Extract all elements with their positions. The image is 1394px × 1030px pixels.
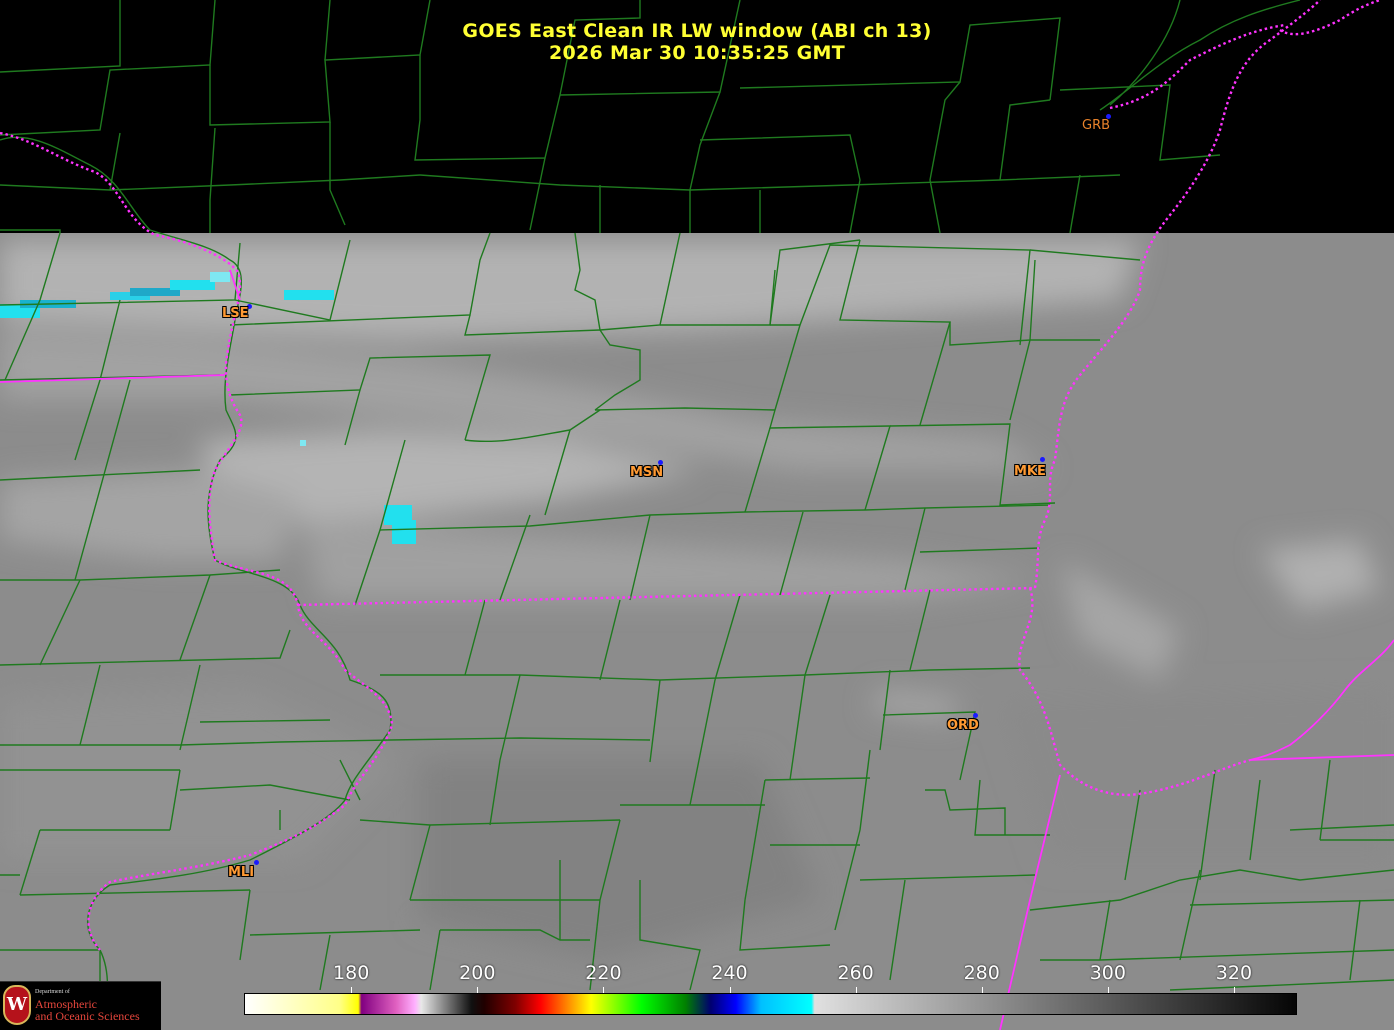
timestamp: 2026 Mar 30 10:35:25 GMT [548, 42, 846, 64]
uw-crest-icon: W [3, 985, 31, 1025]
colorbar-tick-label: 320 [1215, 962, 1253, 984]
product-title: GOES East Clean IR LW window (ABI ch 13) [462, 20, 932, 42]
station-label: ORD [947, 718, 979, 733]
logo-dept-line: Department of [35, 989, 70, 995]
aos-logo: W Department of Atmospheric and Oceanic … [0, 981, 161, 1030]
colorbar-tick-label: 220 [585, 962, 622, 984]
station-dot [1040, 457, 1045, 462]
colorbar-tick-label: 260 [837, 962, 874, 984]
satellite-map-view: GOES East Clean IR LW window (ABI ch 13)… [0, 0, 1394, 1030]
station-label: MLI [228, 865, 255, 880]
colorbar-tick-label: 300 [1089, 962, 1126, 984]
colorbar-tick-label: 280 [963, 962, 1000, 984]
ir-satellite-image [0, 0, 1394, 1030]
station-label: GRB [1082, 118, 1111, 133]
colorbar-tick-label: 240 [711, 962, 748, 984]
station-label: LSE [222, 306, 249, 321]
station-label: MSN [630, 465, 664, 480]
station-label: MKE [1014, 464, 1046, 479]
colorbar-tick-label: 180 [333, 962, 370, 984]
station-dot [254, 860, 259, 865]
temperature-colorbar [244, 993, 1297, 1015]
colorbar-tick-label: 200 [459, 962, 496, 984]
logo-name-line2: and Oceanic Sciences [35, 1009, 140, 1023]
